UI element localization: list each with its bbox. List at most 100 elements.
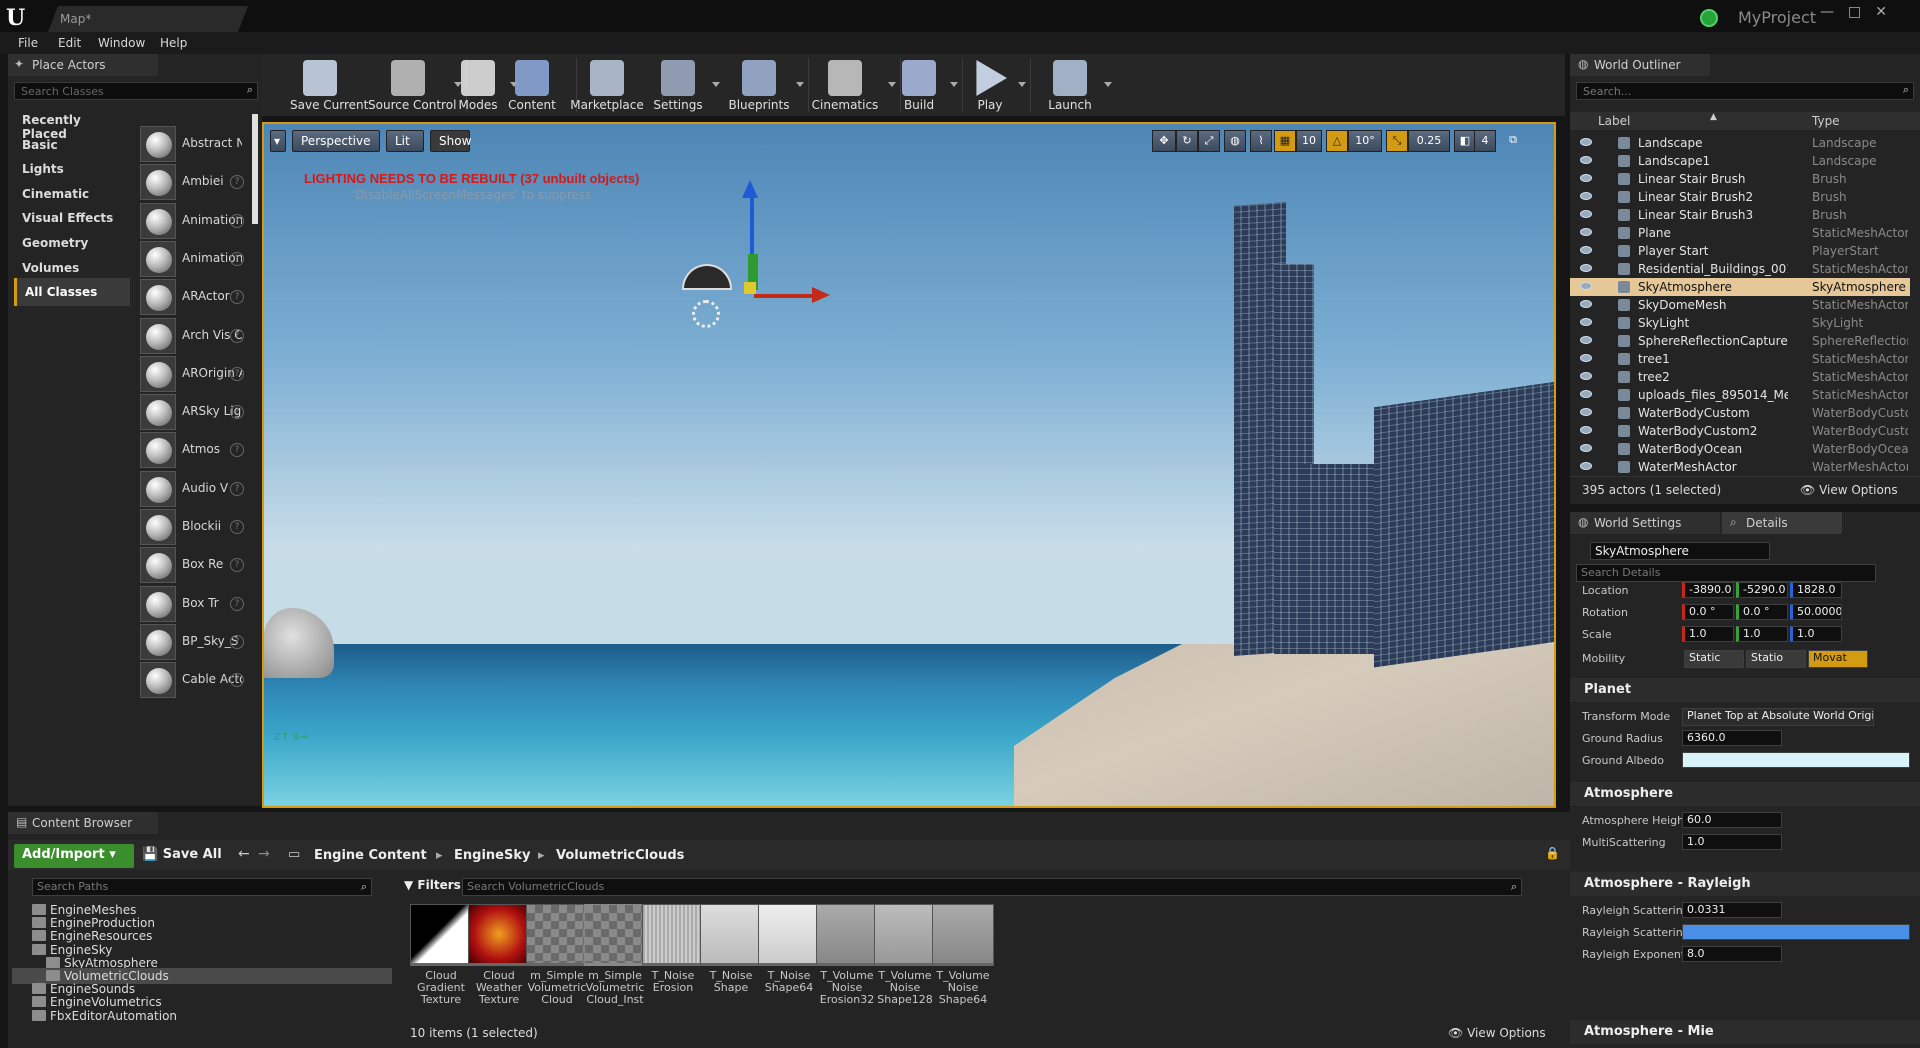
gizmo-center-handle[interactable]	[744, 282, 756, 294]
dropdown-arrow-icon[interactable]	[1104, 82, 1112, 87]
scale-mode-icon[interactable]: ⤢	[1198, 130, 1220, 152]
minimize-icon[interactable]: —	[1820, 4, 1848, 20]
outliner-row[interactable]: Linear Stair Brush2 Brush	[1570, 188, 1910, 206]
content-button[interactable]: Content	[506, 54, 558, 116]
viewport-options-button[interactable]: ▾	[270, 130, 286, 152]
outliner-row[interactable]: Landscape Landscape	[1570, 134, 1910, 152]
outliner-view-options[interactable]: 👁 View Options	[1800, 483, 1898, 497]
marketplace-button[interactable]: Marketplace	[570, 54, 644, 116]
visibility-eye-icon[interactable]	[1580, 174, 1592, 182]
actor-item[interactable]: Cable Acto?	[134, 658, 248, 702]
visibility-eye-icon[interactable]	[1580, 354, 1592, 362]
modes-button[interactable]: Modes	[452, 54, 504, 116]
world-settings-tab[interactable]: ◍ World Settings	[1570, 512, 1720, 534]
help-icon[interactable]: ?	[230, 366, 244, 381]
location-x[interactable]: -3890.0	[1682, 582, 1734, 598]
rotation-label[interactable]: Rotation	[1582, 606, 1628, 619]
scale-label[interactable]: Scale	[1582, 628, 1612, 641]
lit-button[interactable]: Lit	[386, 130, 424, 152]
actor-list-scrollbar[interactable]	[252, 114, 258, 224]
ground-radius-field[interactable]: 6360.0	[1682, 730, 1782, 746]
planet-section[interactable]: Planet	[1570, 678, 1920, 702]
asset-tile[interactable]: Cloud Weather Texture	[468, 904, 530, 1008]
save-all-button[interactable]: 💾 Save All	[142, 847, 222, 862]
asset-tile[interactable]: T_Noise Shape64	[758, 904, 820, 1008]
menu-window[interactable]: Window	[98, 36, 145, 50]
scale-snap-icon[interactable]: ⤡	[1386, 130, 1408, 152]
dropdown-arrow-icon[interactable]	[1018, 82, 1026, 87]
gizmo-z-arrow-icon[interactable]	[742, 180, 758, 198]
outliner-row[interactable]: WaterMeshActor WaterMeshActor	[1570, 458, 1910, 476]
outliner-row[interactable]: Residential_Buildings_001 StaticMeshActor	[1570, 260, 1910, 278]
scale-snap-value[interactable]: 0.25	[1408, 130, 1450, 152]
menu-help[interactable]: Help	[160, 36, 187, 50]
translate-mode-icon[interactable]: ✥	[1152, 130, 1176, 152]
help-icon[interactable]: ?	[230, 634, 244, 649]
breadcrumb-engine-content[interactable]: Engine Content	[314, 848, 427, 863]
outliner-row[interactable]: SphereReflectionCapture SphereReflection	[1570, 332, 1910, 350]
asset-tile[interactable]: m_Simple Volumetric Cloud_Inst	[584, 904, 646, 1008]
mobility-stationary[interactable]: Statio	[1746, 650, 1806, 668]
gizmo-x-axis[interactable]	[754, 294, 814, 298]
atmosphere-height-field[interactable]: 60.0	[1682, 812, 1782, 828]
rotation-x[interactable]: 0.0 °	[1682, 604, 1734, 620]
breadcrumb-enginesky[interactable]: EngineSky	[454, 848, 530, 863]
visibility-eye-icon[interactable]	[1580, 228, 1592, 236]
surface-snap-icon[interactable]: ⌇	[1250, 130, 1272, 152]
visibility-eye-icon[interactable]	[1580, 372, 1592, 380]
history-forward-icon[interactable]: →	[258, 846, 270, 862]
outliner-row[interactable]: tree1 StaticMeshActor	[1570, 350, 1910, 368]
history-back-icon[interactable]: ←	[238, 846, 250, 862]
outliner-row[interactable]: uploads_files_895014_MetalWoo StaticMeshA…	[1570, 386, 1910, 404]
help-icon[interactable]: ?	[230, 520, 244, 534]
scale-z[interactable]: 1.0	[1790, 626, 1842, 642]
rotate-mode-icon[interactable]: ↻	[1176, 130, 1198, 152]
visibility-eye-icon[interactable]	[1580, 300, 1592, 308]
help-icon[interactable]: ?	[230, 596, 244, 611]
category-all-classes[interactable]: All Classes	[14, 278, 130, 307]
grid-snap-value[interactable]: 10	[1296, 130, 1322, 152]
build-button[interactable]: Build	[894, 54, 944, 116]
rotation-z[interactable]: 50.0000	[1790, 604, 1842, 620]
visibility-eye-icon[interactable]	[1580, 336, 1592, 344]
save-button[interactable]: Save Current	[290, 54, 368, 116]
asset-tile[interactable]: T_Volume Noise Erosion32	[816, 904, 878, 1008]
transform-mode-dropdown[interactable]: Planet Top at Absolute World Origin	[1682, 708, 1874, 726]
world-space-icon[interactable]: ◍	[1224, 130, 1246, 152]
rotation-snap-icon[interactable]: △	[1326, 130, 1348, 152]
actor-name-field[interactable]: SkyAtmosphere	[1590, 542, 1770, 560]
rotation-snap-value[interactable]: 10°	[1348, 130, 1382, 152]
menu-file[interactable]: File	[18, 36, 38, 50]
details-tab[interactable]: ⌕ Details	[1722, 512, 1842, 534]
visibility-eye-icon[interactable]	[1580, 210, 1592, 218]
help-icon[interactable]: ?	[230, 328, 244, 343]
lock-icon[interactable]: 🔒	[1545, 846, 1560, 860]
help-icon[interactable]: ?	[230, 251, 244, 266]
breadcrumb-volumetricclouds[interactable]: VolumetricClouds	[556, 848, 684, 863]
search-assets-input[interactable]: Search VolumetricClouds ⌕	[462, 878, 1522, 896]
search-classes-input[interactable]: Search Classes ⌕	[14, 82, 258, 100]
dropdown-arrow-icon[interactable]	[950, 82, 958, 87]
show-button[interactable]: Show	[430, 130, 471, 152]
mie-section[interactable]: Atmosphere - Mie	[1570, 1020, 1920, 1044]
column-type[interactable]: Type	[1812, 114, 1840, 128]
dropdown-arrow-icon[interactable]	[712, 82, 720, 87]
outliner-row[interactable]: WaterBodyOcean WaterBodyOcear	[1570, 440, 1910, 458]
scale-y[interactable]: 1.0	[1736, 626, 1788, 642]
outliner-row[interactable]: Linear Stair Brush3 Brush	[1570, 206, 1910, 224]
asset-view-options[interactable]: 👁 View Options	[1448, 1026, 1546, 1040]
outliner-row[interactable]: Landscape1 Landscape	[1570, 152, 1910, 170]
folder-tree-item[interactable]: FbxEditorAutomation	[12, 1008, 392, 1024]
world-outliner-tab[interactable]: ◍ World Outliner	[1570, 54, 1710, 76]
location-label[interactable]: Location	[1582, 584, 1629, 597]
source-control-button[interactable]: Source Control	[368, 54, 456, 116]
help-icon[interactable]: ?	[230, 481, 244, 496]
search-paths-input[interactable]: Search Paths ⌕	[32, 878, 372, 896]
map-tab[interactable]: Map*	[48, 6, 248, 32]
rayleigh-scattering-color[interactable]	[1682, 924, 1910, 940]
grid-snap-icon[interactable]: ▦	[1274, 130, 1296, 152]
location-y[interactable]: -5290.0	[1736, 582, 1788, 598]
visibility-eye-icon[interactable]	[1580, 426, 1592, 434]
visibility-eye-icon[interactable]	[1580, 444, 1592, 452]
help-icon[interactable]: ?	[230, 405, 244, 420]
